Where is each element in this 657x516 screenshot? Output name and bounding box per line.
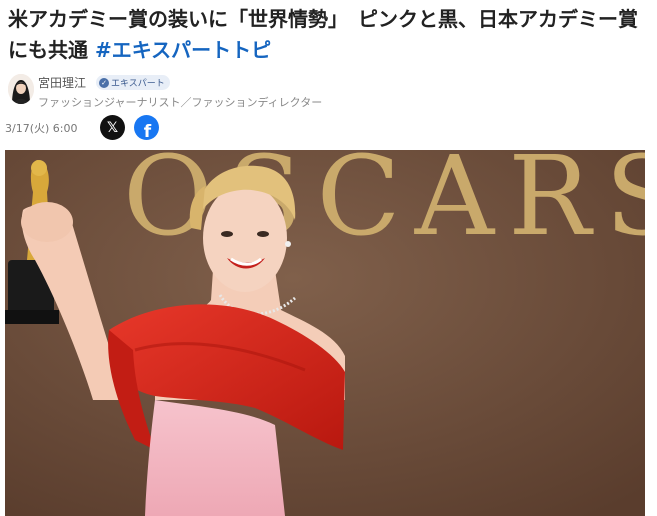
author-name[interactable]: 宮田理江 xyxy=(38,74,86,91)
check-icon: ✓ xyxy=(99,77,109,88)
x-icon: 𝕏 xyxy=(106,119,119,136)
hashtag-link[interactable]: #エキスパートトピ xyxy=(95,38,271,62)
avatar[interactable] xyxy=(8,74,34,104)
article-photo[interactable]: OSCARS xyxy=(5,150,645,516)
author-title: ファッションジャーナリスト／ファッションディレクター xyxy=(38,96,323,109)
author-block: 宮田理江 ✓ エキスパート ファッションジャーナリスト／ファッションディレクター xyxy=(8,74,408,110)
article-meta: 3/17(火) 6:00 𝕏 f xyxy=(5,115,305,141)
share-facebook-button[interactable]: f xyxy=(134,115,159,140)
expert-badge-label: エキスパート xyxy=(111,79,165,89)
article-headline: 米アカデミー賞の装いに「世界情勢」 ピンクと黒、日本アカデミー賞にも共通 #エキ… xyxy=(8,4,648,66)
expert-badge: ✓ エキスパート xyxy=(96,75,170,90)
share-x-button[interactable]: 𝕏 xyxy=(100,115,125,140)
facebook-icon: f xyxy=(143,122,152,140)
publish-date: 3/17(火) 6:00 xyxy=(5,122,78,135)
